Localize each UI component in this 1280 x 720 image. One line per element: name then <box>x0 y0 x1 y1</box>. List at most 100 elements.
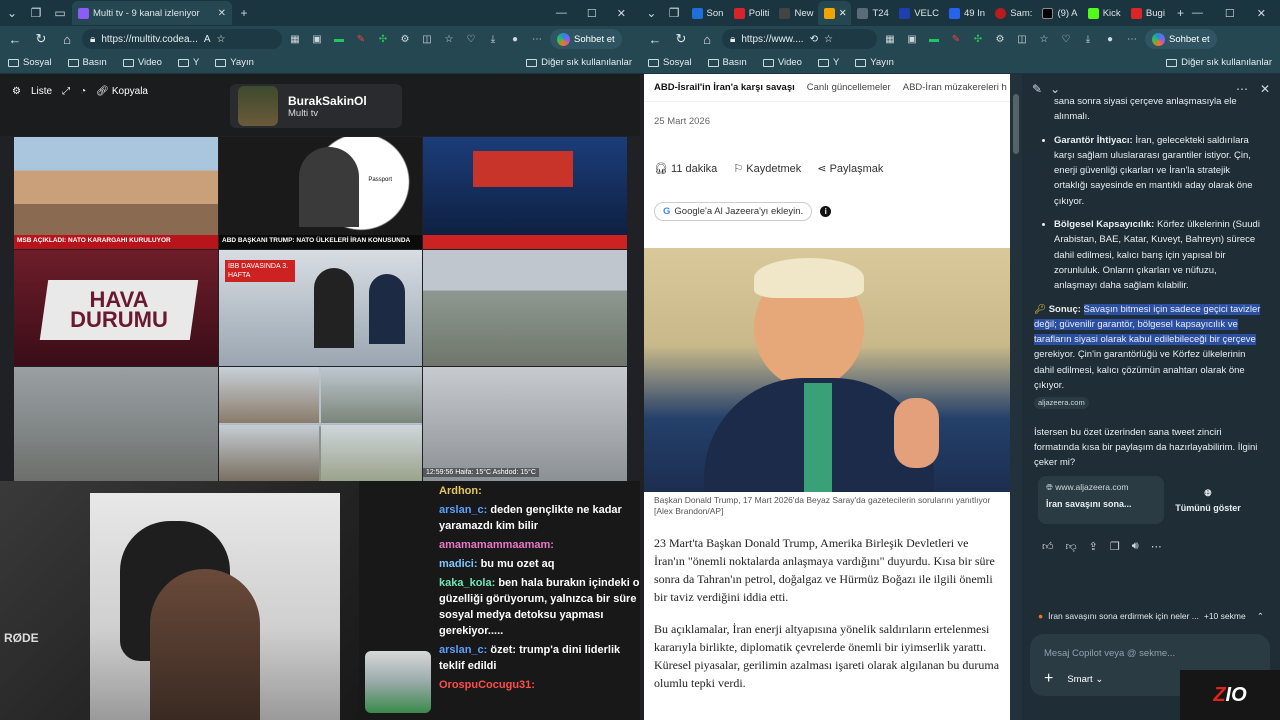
copilot-chat-button[interactable]: Sohbet et <box>550 29 622 49</box>
bookmark-folder[interactable]: Y <box>817 57 839 68</box>
back-icon[interactable]: ← <box>644 28 666 50</box>
minimize-icon[interactable]: — <box>556 7 567 20</box>
info-icon[interactable]: i <box>820 206 832 217</box>
tv-tile[interactable]: HAVA DURUMU <box>14 250 218 366</box>
more-menu-icon[interactable]: ⋯ <box>528 30 546 48</box>
workspaces-icon[interactable]: ❐ <box>24 1 48 25</box>
split-screen-icon[interactable]: ◫ <box>1013 30 1031 48</box>
chevron-up-icon[interactable]: ⌃ <box>1257 611 1264 622</box>
more-icon[interactable]: ⋯ <box>1151 540 1162 553</box>
tab[interactable]: Son <box>686 1 728 25</box>
extension-icon[interactable]: ▣ <box>308 30 326 48</box>
bookmark-folder[interactable]: Video <box>122 57 162 68</box>
new-tab-icon[interactable]: + <box>232 1 256 25</box>
scrollbar-thumb[interactable] <box>1013 94 1019 154</box>
bookmark-folder[interactable]: Video <box>762 57 802 68</box>
tv-tile[interactable]: Passport ABD BAŞKANI TRUMP: NATO ÜLKELER… <box>219 137 422 249</box>
mode-selector[interactable]: Smart ⌄ <box>1067 674 1103 685</box>
close-window-icon[interactable]: ✕ <box>1257 7 1266 20</box>
favorite-star-icon[interactable]: ☆ <box>824 34 833 45</box>
profile-avatar-icon[interactable]: ● <box>1101 30 1119 48</box>
tab-actions-icon[interactable]: ▭ <box>48 1 72 25</box>
tab[interactable]: T24 <box>851 1 893 25</box>
home-icon[interactable]: ⌂ <box>56 28 78 50</box>
back-icon[interactable]: ← <box>4 28 26 50</box>
other-favorites[interactable]: Diğer sık kullanılanlar <box>1166 57 1272 68</box>
extension-icon[interactable]: ✣ <box>374 30 392 48</box>
list-button[interactable]: Liste <box>31 86 52 97</box>
tab[interactable]: VELC <box>893 1 943 25</box>
extension-icon[interactable]: ▦ <box>286 30 304 48</box>
add-to-google-button[interactable]: G Google'a Al Jazeera'yı ekleyin. <box>654 202 813 221</box>
add-icon[interactable]: + <box>1044 670 1053 688</box>
listen-button[interactable]: 🎧︎ 11 dakika <box>654 162 717 175</box>
bookmark-folder[interactable]: Basın <box>67 57 107 68</box>
fullscreen-icon[interactable]: ⤢ <box>62 86 70 97</box>
topic-link[interactable]: ABD-İran müzakereleri h <box>903 82 1007 93</box>
bookmark-folder[interactable]: Y <box>177 57 199 68</box>
tab[interactable]: 49 In <box>943 1 989 25</box>
tv-tile[interactable]: 12:59:56 Haifa: 15°C Ashdod: 15°C <box>423 367 627 481</box>
tab-menu-chevron-icon[interactable]: ⌄ <box>640 1 663 25</box>
more-menu-icon[interactable]: ⋯ <box>1123 30 1141 48</box>
suggested-prompt[interactable]: ● İran savaşını sona erdirmek için neler… <box>1032 606 1270 626</box>
thumbs-up-icon[interactable]: 👍︎ <box>1042 540 1054 553</box>
downloads-icon[interactable]: ⤓ <box>484 30 502 48</box>
collections-icon[interactable]: ♡ <box>462 30 480 48</box>
bookmark-folder[interactable]: Yayın <box>855 57 894 68</box>
copy-icon[interactable]: ❐ <box>1110 540 1120 553</box>
save-button[interactable]: ⚐ Kaydetmek <box>733 162 801 175</box>
minimize-icon[interactable]: — <box>1192 7 1203 20</box>
favorites-icon[interactable]: ☆ <box>440 30 458 48</box>
timer-icon[interactable]: ◔ <box>80 86 86 97</box>
bookmark-folder[interactable]: Sosyal <box>8 57 52 68</box>
extension-icon[interactable]: ▬ <box>330 30 348 48</box>
show-all-sources-button[interactable]: 🌐︎ Tümünü göster <box>1172 476 1244 524</box>
tab[interactable]: Kick <box>1082 1 1125 25</box>
collections-icon[interactable]: ♡ <box>1057 30 1075 48</box>
share-icon[interactable]: ⇪ <box>1089 540 1098 553</box>
split-screen-icon[interactable]: ◫ <box>418 30 436 48</box>
speaker-icon[interactable]: 🔊︎ <box>1132 540 1139 553</box>
tv-tile[interactable]: MSB AÇIKLADI: NATO KARARGAHI KURULUYOR <box>14 137 218 249</box>
tab-aljazeera[interactable]: ✕ <box>817 1 852 25</box>
workspaces-icon[interactable]: ❐ <box>663 1 686 25</box>
share-button[interactable]: ⋖ Paylaşmak <box>817 162 883 175</box>
tab[interactable]: (9) A <box>1036 1 1081 25</box>
tv-tile[interactable]: İBB DAVASINDA 3. HAFTA <box>219 250 422 366</box>
topic-link-active[interactable]: ABD-İsrail'in İran'a karşı savaşı <box>654 82 795 93</box>
bookmark-folder[interactable]: Yayın <box>215 57 254 68</box>
extension-icon[interactable]: ✎ <box>947 30 965 48</box>
tv-tile[interactable] <box>219 367 422 481</box>
extension-icon[interactable]: ▬ <box>925 30 943 48</box>
close-window-icon[interactable]: ✕ <box>617 7 626 20</box>
url-field[interactable]: 🔒︎ https://multitv.codea... A ☆ <box>82 29 282 49</box>
read-aloud-icon[interactable]: A <box>204 34 211 45</box>
bookmark-folder[interactable]: Sosyal <box>648 57 692 68</box>
downloads-icon[interactable]: ⤓ <box>1079 30 1097 48</box>
tab-multitv[interactable]: Multi tv - 9 kanal izleniyor ✕ <box>72 1 232 25</box>
topic-link[interactable]: Canlı güncellemeler <box>807 82 891 93</box>
channel-card[interactable]: BurakSakinOl Multi tv <box>230 84 402 128</box>
refresh-icon[interactable]: ↻ <box>30 28 52 50</box>
tab[interactable]: Politi <box>728 1 774 25</box>
page-scrollbar[interactable] <box>1010 74 1022 720</box>
other-favorites[interactable]: Diğer sık kullanılanlar <box>526 57 632 68</box>
refresh-icon[interactable]: ↻ <box>670 28 692 50</box>
source-card[interactable]: 🌐︎ www.aljazeera.com İran savaşını sona.… <box>1038 476 1164 524</box>
extension-icon[interactable]: ▦ <box>881 30 899 48</box>
extension-icon[interactable]: ✎ <box>352 30 370 48</box>
copy-link-button[interactable]: 🔗︎ Kopyala <box>96 86 148 97</box>
home-icon[interactable]: ⌂ <box>696 28 718 50</box>
thumbs-down-icon[interactable]: 👎︎ <box>1066 540 1077 553</box>
extension-icon[interactable]: ⚙ <box>991 30 1009 48</box>
tab[interactable]: Bugi <box>1125 1 1169 25</box>
tab[interactable]: New <box>773 1 817 25</box>
source-chip[interactable]: aljazeera.com <box>1034 397 1089 410</box>
extension-icon[interactable]: ✣ <box>969 30 987 48</box>
profile-avatar-icon[interactable]: ● <box>506 30 524 48</box>
favorite-star-icon[interactable]: ☆ <box>217 34 226 45</box>
new-tab-icon[interactable]: + <box>1169 1 1192 25</box>
bookmark-folder[interactable]: Basın <box>707 57 747 68</box>
maximize-icon[interactable]: ☐ <box>587 7 597 20</box>
